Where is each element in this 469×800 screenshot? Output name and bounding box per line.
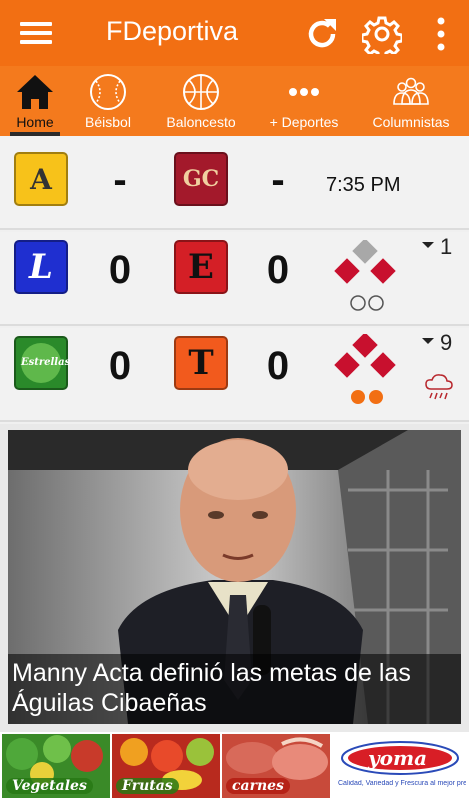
team-logo-text: Estrellas bbox=[21, 343, 70, 383]
ad-panel-carnes: carnes bbox=[222, 734, 330, 798]
bases-diamond-icon bbox=[334, 334, 396, 404]
settings-gear-icon[interactable] bbox=[362, 14, 402, 54]
inning-number: 9 bbox=[440, 330, 453, 355]
tab-label: Columnistas bbox=[372, 114, 450, 130]
home-icon bbox=[17, 75, 53, 109]
inning-number: 1 bbox=[440, 234, 453, 259]
game-row[interactable]: Estrellas 0 T 0 9 bbox=[0, 328, 469, 422]
team-logo-gigantes: GC bbox=[174, 152, 228, 206]
ad-label: Vegetales bbox=[6, 778, 93, 794]
ad-panel-vegetales: Vegetales bbox=[2, 734, 110, 798]
game-time: 7:35 PM bbox=[326, 174, 401, 196]
game-row[interactable]: L 0 E 0 1 bbox=[0, 232, 469, 326]
team-logo-text: A bbox=[30, 162, 52, 196]
inning-top-indicator-icon bbox=[422, 242, 434, 248]
ad-label: Frutas bbox=[116, 778, 179, 794]
home-score: - bbox=[271, 158, 285, 202]
tab-beisbol[interactable]: Béisbol bbox=[76, 66, 140, 136]
hamburger-menu-icon[interactable] bbox=[18, 20, 56, 46]
overflow-menu-icon[interactable] bbox=[428, 16, 454, 52]
tab-label: Béisbol bbox=[85, 114, 131, 130]
rain-weather-icon bbox=[425, 374, 453, 400]
team-logo-toros: T bbox=[174, 336, 228, 390]
team-logo-text: L bbox=[29, 247, 53, 287]
away-score: 0 bbox=[108, 344, 132, 388]
team-logo-aguilas: A bbox=[14, 152, 68, 206]
away-score: 0 bbox=[108, 248, 132, 292]
ad-panel-frutas: Frutas bbox=[112, 734, 220, 798]
basketball-icon bbox=[183, 74, 219, 110]
team-logo-text: T bbox=[188, 343, 214, 383]
game-row[interactable]: A - GC - 7:35 PM bbox=[0, 136, 469, 230]
ad-banner[interactable]: Vegetales Frutas carnes yoma Calidad, Va… bbox=[0, 732, 469, 800]
sport-tabs: Home Béisbol Baloncesto + Deportes Colum… bbox=[0, 66, 469, 136]
team-logo-text: E bbox=[188, 247, 214, 287]
home-score: 0 bbox=[266, 248, 290, 292]
ad-tagline: Calidad, Variedad y Frescura al mejor pr… bbox=[338, 780, 466, 787]
people-icon bbox=[393, 77, 429, 105]
ad-panel-yoma: yoma Calidad, Variedad y Frescura al mej… bbox=[334, 734, 469, 798]
team-logo-text: GC bbox=[182, 166, 220, 192]
news-card[interactable]: Manny Acta definió las metas de las Águi… bbox=[8, 430, 461, 724]
news-headline: Manny Acta definió las metas de las Águi… bbox=[8, 654, 461, 724]
tab-label: Home bbox=[16, 114, 54, 130]
refresh-icon[interactable] bbox=[302, 14, 342, 54]
app-bar: FDeportiva bbox=[0, 0, 469, 66]
app-title: FDeportiva bbox=[106, 16, 239, 46]
tab-home[interactable]: Home bbox=[6, 66, 64, 136]
home-score: 0 bbox=[266, 344, 290, 388]
baseball-icon bbox=[90, 74, 126, 110]
more-dots-icon bbox=[289, 88, 319, 96]
ad-brand: yoma bbox=[368, 746, 428, 770]
tab-label: Baloncesto bbox=[166, 114, 236, 130]
team-logo-licey: L bbox=[14, 240, 68, 294]
team-logo-escogido: E bbox=[174, 240, 228, 294]
inning-top-indicator-icon bbox=[422, 338, 434, 344]
tab-mas-deportes[interactable]: + Deportes bbox=[262, 66, 346, 136]
away-score: - bbox=[113, 158, 127, 202]
scoreboard: A - GC - 7:35 PM L 0 E 0 1 Estrellas 0 T… bbox=[0, 136, 469, 424]
ad-label: carnes bbox=[226, 778, 290, 794]
tab-baloncesto[interactable]: Baloncesto bbox=[158, 66, 244, 136]
tab-label: + Deportes bbox=[269, 114, 339, 130]
team-logo-estrellas: Estrellas bbox=[14, 336, 70, 390]
tab-columnistas[interactable]: Columnistas bbox=[366, 66, 456, 136]
bases-diamond-icon bbox=[334, 240, 396, 311]
